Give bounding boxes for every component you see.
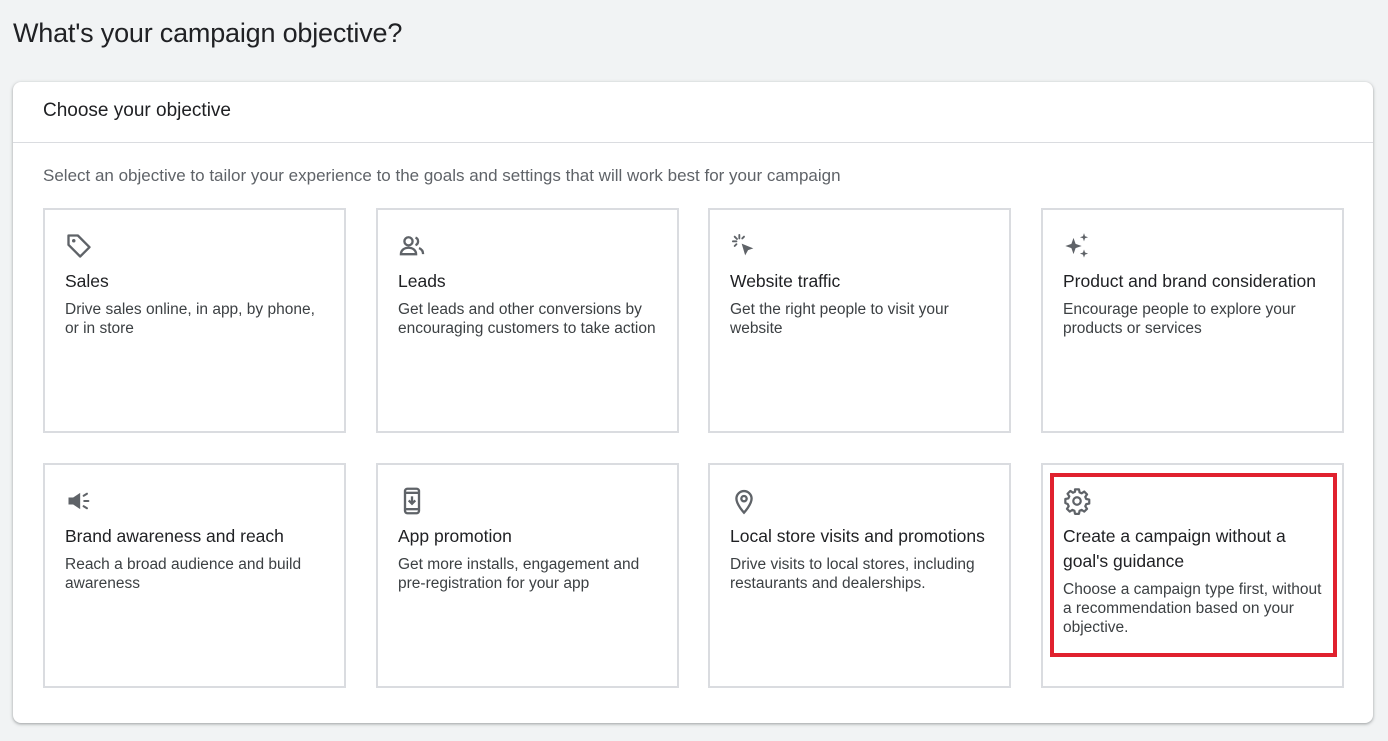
objective-card-description: Choose a campaign type first, without a … xyxy=(1063,581,1322,636)
objective-card-brand-awareness[interactable]: Brand awareness and reach Reach a broad … xyxy=(43,463,346,688)
objective-card-title: Sales xyxy=(65,271,109,291)
objective-card-description: Get the right people to visit your websi… xyxy=(730,301,949,337)
objective-card-sales[interactable]: Sales Drive sales online, in app, by pho… xyxy=(43,208,346,433)
objective-card-product-brand-consideration[interactable]: Product and brand consideration Encourag… xyxy=(1041,208,1344,433)
gear-icon xyxy=(1063,487,1093,517)
objective-card-app-promotion[interactable]: App promotion Get more installs, engagem… xyxy=(376,463,679,688)
objective-card-description: Encourage people to explore your product… xyxy=(1063,301,1296,337)
panel-header-title: Choose your objective xyxy=(43,100,231,121)
objective-card-website-traffic[interactable]: Website traffic Get the right people to … xyxy=(708,208,1011,433)
objective-card-title: Local store visits and promotions xyxy=(730,526,985,546)
objective-card-title: Website traffic xyxy=(730,271,841,291)
objective-card-title: Leads xyxy=(398,271,446,291)
people-icon xyxy=(398,232,428,262)
megaphone-icon xyxy=(65,487,95,517)
objective-card-title: Brand awareness and reach xyxy=(65,526,284,546)
phone-download-icon xyxy=(398,487,428,517)
objective-card-description: Reach a broad audience and build awarene… xyxy=(65,556,302,592)
page-title: What's your campaign objective? xyxy=(13,18,403,48)
panel-subtitle: Select an objective to tailor your exper… xyxy=(43,166,841,185)
objective-card-description: Get more installs, engagement and pre-re… xyxy=(398,556,640,592)
objective-card-title: Create a campaign without a goal's guida… xyxy=(1063,526,1286,571)
tag-icon xyxy=(65,232,95,262)
objective-card-description: Drive sales online, in app, by phone, or… xyxy=(65,301,315,337)
location-pin-icon xyxy=(730,487,760,517)
objective-card-description: Get leads and other conversions by encou… xyxy=(398,301,656,337)
sparkle-icon xyxy=(1063,232,1093,262)
objective-card-no-goal-guidance[interactable]: Create a campaign without a goal's guida… xyxy=(1041,463,1344,688)
objective-card-title: App promotion xyxy=(398,526,512,546)
panel-header: Choose your objective xyxy=(13,82,1373,143)
objective-card-title: Product and brand consideration xyxy=(1063,271,1316,291)
objective-card-description: Drive visits to local stores, including … xyxy=(730,556,975,592)
objective-card-local-store-visits[interactable]: Local store visits and promotions Drive … xyxy=(708,463,1011,688)
objective-panel: Choose your objective Select an objectiv… xyxy=(13,82,1373,723)
cursor-click-icon xyxy=(730,232,760,262)
objective-card-leads[interactable]: Leads Get leads and other conversions by… xyxy=(376,208,679,433)
